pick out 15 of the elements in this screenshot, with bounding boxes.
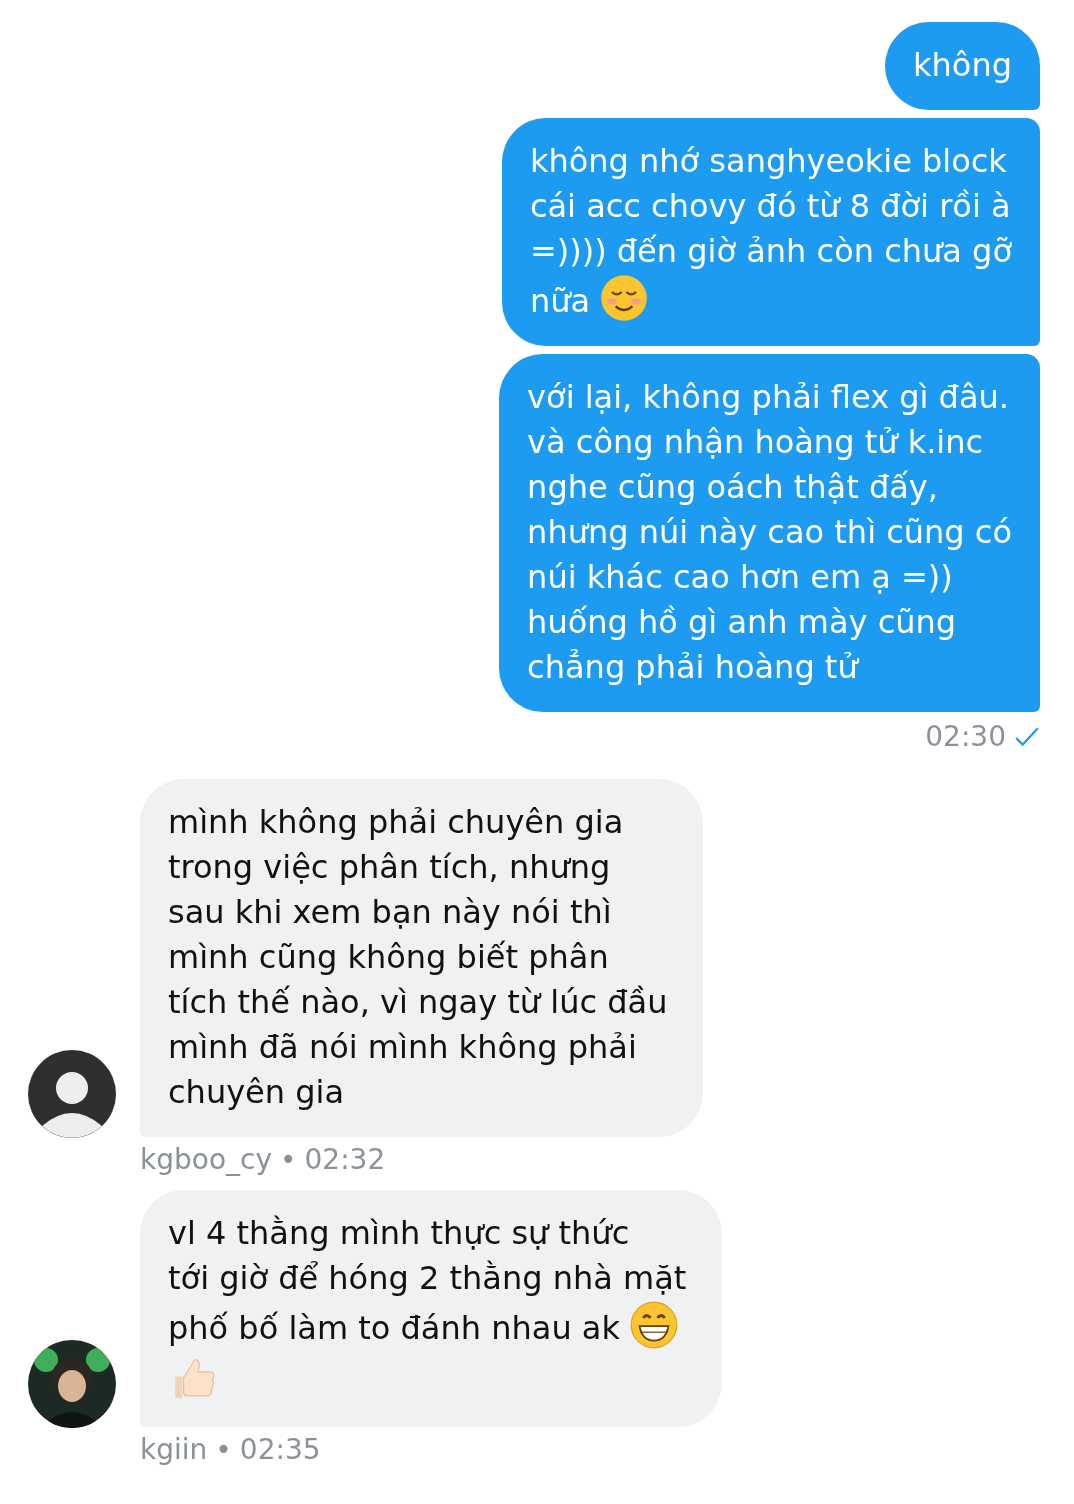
message-time: 02:32 (304, 1143, 386, 1176)
sender-name: kgboo_cy (140, 1143, 272, 1176)
message-text: với lại, không phải flex gì đâu. và công nhận hoàng tử k.inc nghe cũng oách thật đấy, nhưng núi này cao thì cũng có núi khác cao hơn em ạ =)) huống hồ gì anh mày cũng chẳng phải hoàng tử (527, 378, 1012, 686)
avatar-icon (28, 1050, 116, 1138)
message-time: 02:30 (925, 720, 1006, 753)
message-text: phố bố làm to đánh nhau ak (168, 1309, 620, 1347)
sender-name: kgiin (140, 1433, 208, 1466)
separator-dot: • (215, 1433, 232, 1466)
message-time: 02:35 (239, 1433, 321, 1466)
grinning-face-icon (629, 1301, 678, 1349)
smiling-face-icon (600, 274, 649, 322)
message-text: mình không phải chuyên gia trong việc phân tích, nhưng sau khi xem bạn này nói thì mình cũng không biết phân tích thế nào, vì ngay từ lúc đầu mình đã nói mình không phải chuyên gia (168, 803, 668, 1111)
message-text: không (913, 46, 1012, 84)
separator-dot: • (280, 1143, 297, 1176)
message-text: nữa (529, 282, 591, 320)
